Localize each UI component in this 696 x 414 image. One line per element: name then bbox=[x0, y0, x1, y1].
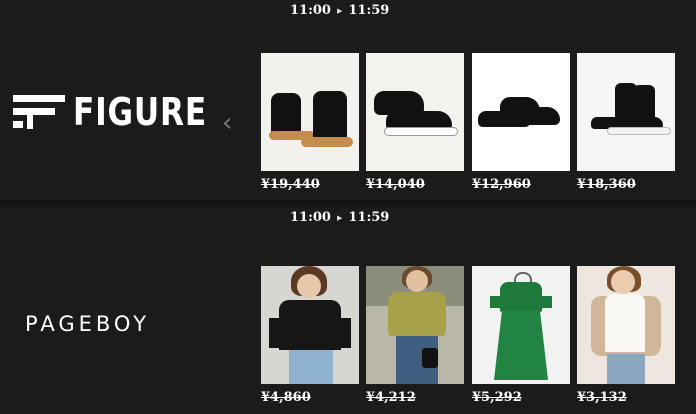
time-start: 11:00 bbox=[290, 3, 331, 18]
play-arrow-icon: ▶ bbox=[336, 213, 343, 222]
product-price: ¥3,132 bbox=[577, 390, 627, 405]
product-price: ¥4,860 bbox=[261, 390, 311, 405]
product-card[interactable]: ¥12,960 bbox=[472, 53, 570, 192]
time-end: 11:59 bbox=[348, 210, 390, 225]
product-price: ¥14,040 bbox=[366, 177, 425, 192]
product-price: ¥4,212 bbox=[366, 390, 416, 405]
product-card[interactable]: ¥3,132 bbox=[577, 266, 675, 405]
timesale-section-pageboy: 11:00 ▶ 11:59 PAGEBOY ¥4,860 ¥4,212 ¥5,2… bbox=[0, 207, 696, 414]
product-card[interactable]: ¥4,212 bbox=[366, 266, 464, 405]
product-image[interactable] bbox=[472, 266, 570, 384]
product-image[interactable] bbox=[366, 266, 464, 384]
time-range: 11:00 ▶ 11:59 bbox=[290, 210, 389, 225]
product-card[interactable]: ¥14,040 bbox=[366, 53, 464, 192]
time-range: 11:00 ▶ 11:59 bbox=[290, 3, 389, 18]
product-image[interactable] bbox=[577, 266, 675, 384]
product-price: ¥18,360 bbox=[577, 177, 636, 192]
brand-logo-pageboy[interactable]: PAGEBOY bbox=[25, 312, 150, 336]
timesale-section-figure: 11:00 ▶ 11:59 FIGURE ‹ ¥19,440 ¥14,040 ¥… bbox=[0, 0, 696, 200]
product-card[interactable]: ¥4,860 bbox=[261, 266, 359, 405]
product-card[interactable]: ¥19,440 bbox=[261, 53, 359, 192]
section-divider bbox=[0, 200, 696, 207]
product-price: ¥5,292 bbox=[472, 390, 522, 405]
chevron-left-icon[interactable]: ‹ bbox=[222, 110, 242, 136]
time-start: 11:00 bbox=[290, 210, 331, 225]
time-end: 11:59 bbox=[348, 3, 390, 18]
product-price: ¥19,440 bbox=[261, 177, 320, 192]
product-image[interactable] bbox=[472, 53, 570, 171]
product-card[interactable]: ¥5,292 bbox=[472, 266, 570, 405]
brand-logo-figure[interactable]: FIGURE bbox=[13, 90, 236, 134]
product-image[interactable] bbox=[577, 53, 675, 171]
product-image[interactable] bbox=[261, 53, 359, 171]
product-price: ¥12,960 bbox=[472, 177, 531, 192]
figure-logo-mark bbox=[13, 95, 65, 129]
product-image[interactable] bbox=[366, 53, 464, 171]
play-arrow-icon: ▶ bbox=[336, 6, 343, 15]
product-card[interactable]: ¥18,360 bbox=[577, 53, 675, 192]
product-image[interactable] bbox=[261, 266, 359, 384]
brand-name: FIGURE bbox=[73, 90, 207, 134]
